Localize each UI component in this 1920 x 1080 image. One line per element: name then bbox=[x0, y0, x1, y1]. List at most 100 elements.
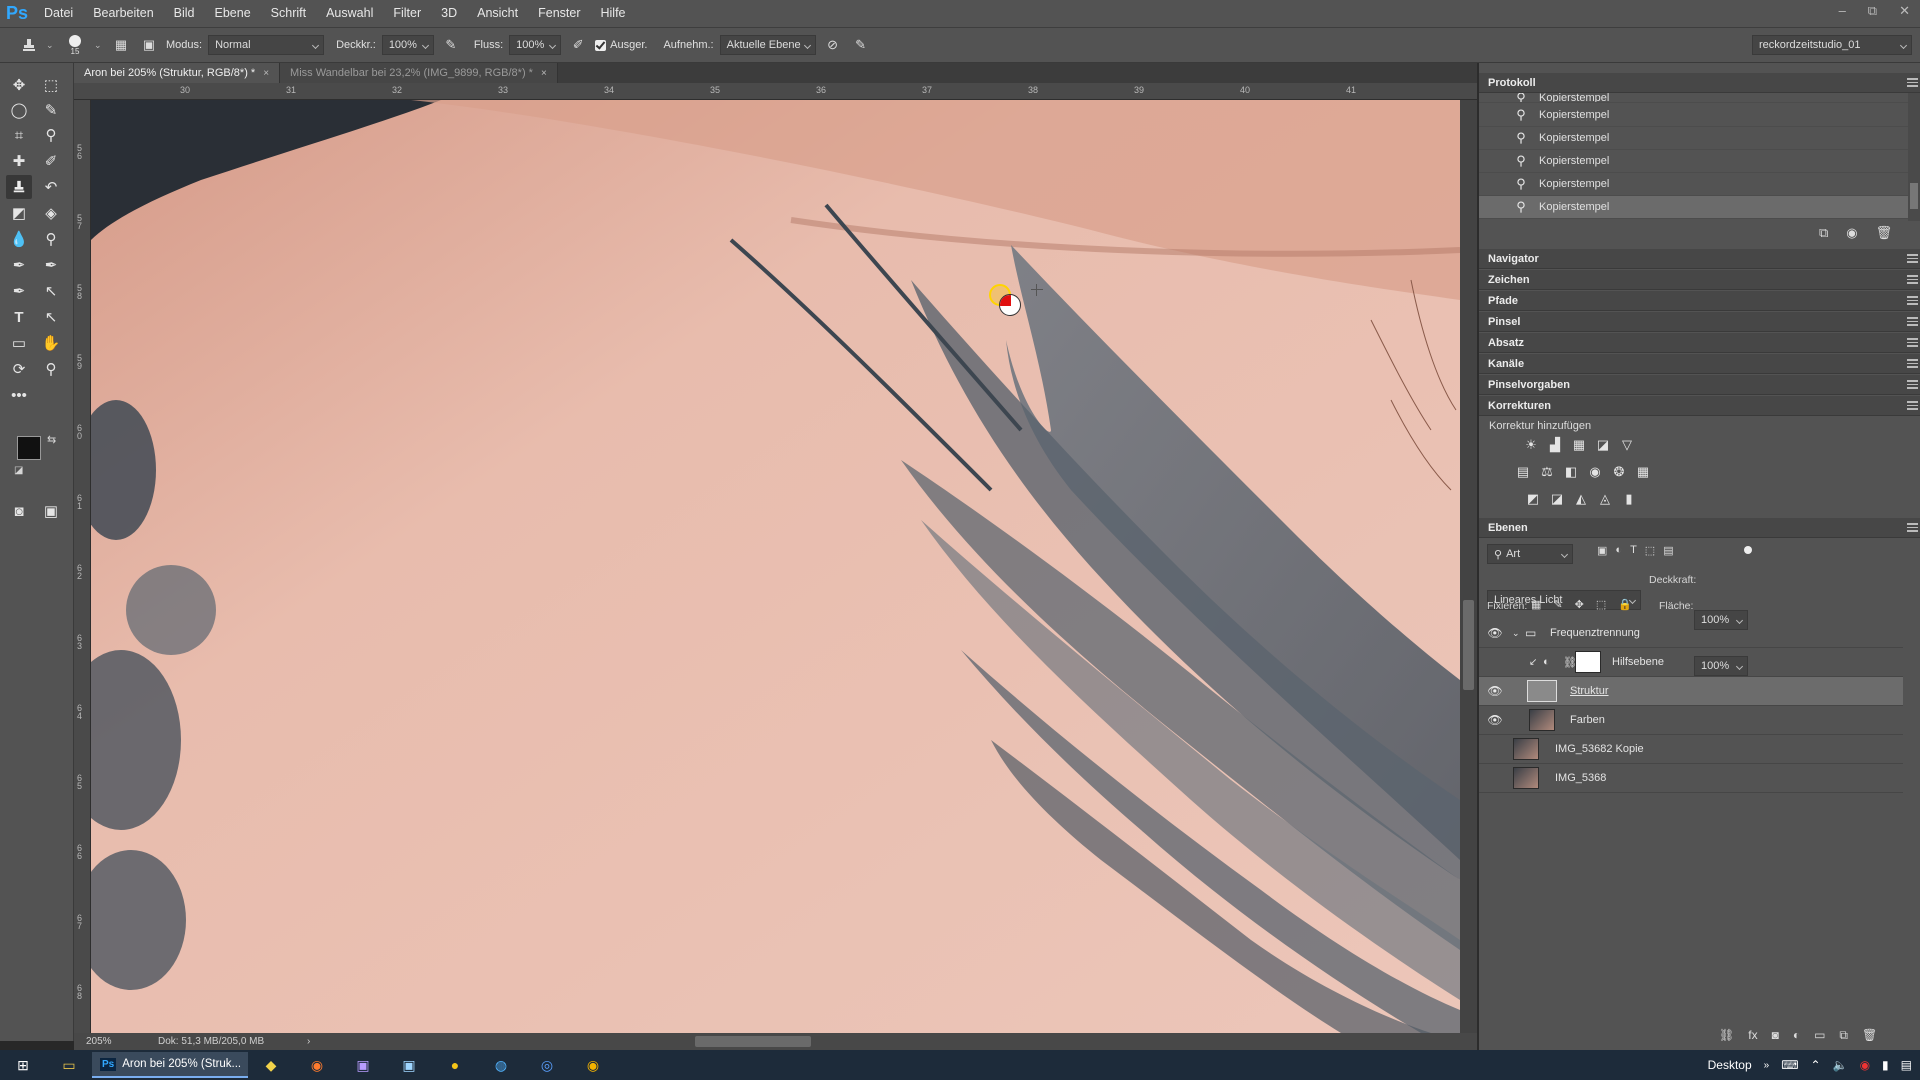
vertical-scrollbar[interactable] bbox=[1460, 100, 1477, 1033]
zoom-tool-icon[interactable]: ⚲ bbox=[38, 357, 64, 381]
new-adjustment-icon[interactable]: ◐ bbox=[1793, 1028, 1800, 1043]
notification-icon[interactable]: ▤ bbox=[1901, 1058, 1912, 1072]
antivirus-icon[interactable]: ◉ bbox=[1860, 1058, 1870, 1072]
freeform-pen-tool-icon[interactable]: ✒ bbox=[38, 253, 64, 277]
menu-schrift[interactable]: Schrift bbox=[261, 0, 316, 27]
dodge-tool-icon[interactable]: ⚲ bbox=[38, 227, 64, 251]
vibrance-icon[interactable]: ▽ bbox=[1618, 436, 1636, 454]
absatz-panel-header[interactable]: Absatz bbox=[1479, 333, 1920, 353]
paint-bucket-tool-icon[interactable]: ◈ bbox=[38, 201, 64, 225]
move-tool-icon[interactable]: ✥ bbox=[6, 73, 32, 97]
curvature-pen-tool-icon[interactable]: ✒ bbox=[6, 279, 32, 303]
clone-stamp-tool-icon[interactable] bbox=[6, 175, 32, 199]
new-document-from-state-icon[interactable]: ⧉ bbox=[1819, 225, 1828, 241]
foreground-color-swatch[interactable] bbox=[17, 436, 41, 460]
menu-hilfe[interactable]: Hilfe bbox=[591, 0, 636, 27]
lasso-tool-icon[interactable]: ◯ bbox=[6, 98, 32, 122]
gradient-map-icon[interactable]: ▮ bbox=[1620, 490, 1638, 508]
menu-datei[interactable]: Datei bbox=[34, 0, 83, 27]
color-lookup-icon[interactable]: ▦ bbox=[1634, 463, 1652, 481]
history-item[interactable]: ⚲ Kopierstempel bbox=[1479, 150, 1909, 173]
close-button[interactable]: ✕ bbox=[1899, 0, 1910, 22]
posterize-icon[interactable]: ◪ bbox=[1548, 490, 1566, 508]
toolbar-expand-icon[interactable]: » bbox=[1764, 1060, 1770, 1071]
marquee-tool-icon[interactable]: ⬚ bbox=[38, 73, 64, 97]
crop-tool-icon[interactable]: ⌗ bbox=[6, 123, 32, 147]
kanaele-panel-header[interactable]: Kanäle bbox=[1479, 354, 1920, 374]
panel-menu-icon[interactable] bbox=[1907, 380, 1918, 389]
layer-row-struktur[interactable]: 👁 Struktur bbox=[1479, 677, 1903, 706]
quick-select-tool-icon[interactable]: ✎ bbox=[38, 98, 64, 122]
layer-mask-thumbnail[interactable] bbox=[1575, 651, 1601, 673]
aufnehm-select[interactable]: Aktuelle Ebene bbox=[719, 35, 816, 55]
layer-thumbnail[interactable] bbox=[1527, 680, 1557, 702]
protokoll-panel-header[interactable]: Protokoll bbox=[1479, 73, 1920, 93]
threshold-icon[interactable]: ◭ bbox=[1572, 490, 1590, 508]
swap-colors-icon[interactable]: ⇆ bbox=[47, 433, 56, 446]
file-explorer-icon[interactable]: ▭ bbox=[46, 1050, 92, 1080]
preset-dropdown-arrow-icon[interactable]: ⌄ bbox=[46, 40, 56, 51]
panel-menu-icon[interactable] bbox=[1907, 78, 1918, 87]
volume-icon[interactable]: 🔈 bbox=[1833, 1058, 1848, 1072]
panel-menu-icon[interactable] bbox=[1907, 317, 1918, 326]
filter-toggle-icon[interactable] bbox=[1744, 546, 1752, 554]
korrekturen-panel-header[interactable]: Korrekturen bbox=[1479, 396, 1920, 416]
network-icon[interactable]: ▮ bbox=[1882, 1058, 1889, 1072]
filter-smart-object-icon[interactable]: ▤ bbox=[1663, 544, 1673, 557]
menu-ansicht[interactable]: Ansicht bbox=[467, 0, 528, 27]
tab-aron[interactable]: Aron bei 205% (Struktur, RGB/8*) * × bbox=[74, 63, 281, 83]
panel-menu-icon[interactable] bbox=[1907, 338, 1918, 347]
invert-icon[interactable]: ◩ bbox=[1524, 490, 1542, 508]
layer-thumbnail[interactable] bbox=[1529, 709, 1555, 731]
document-canvas[interactable] bbox=[91, 100, 1460, 1033]
desktop-toolbar-label[interactable]: Desktop bbox=[1708, 1058, 1752, 1072]
blur-tool-icon[interactable]: 💧 bbox=[6, 227, 32, 251]
menu-bild[interactable]: Bild bbox=[164, 0, 205, 27]
tab-miss-wandelbar[interactable]: Miss Wandelbar bei 23,2% (IMG_9899, RGB/… bbox=[280, 63, 558, 83]
history-scrollbar[interactable] bbox=[1908, 93, 1920, 221]
screen-mode-icon[interactable]: ▣ bbox=[38, 499, 64, 523]
visibility-toggle-off[interactable] bbox=[1487, 771, 1501, 785]
hand-tool-icon[interactable]: ✋ bbox=[38, 331, 64, 355]
minimize-button[interactable]: – bbox=[1839, 0, 1846, 22]
folder-app-icon[interactable]: ● bbox=[432, 1050, 478, 1080]
airbrush-icon[interactable]: ✐ bbox=[567, 34, 589, 56]
zoom-level[interactable]: 205% bbox=[86, 1036, 146, 1047]
link-layers-icon[interactable]: ⛓ bbox=[1719, 1028, 1734, 1043]
panel-menu-icon[interactable] bbox=[1907, 359, 1918, 368]
delete-layer-icon[interactable]: 🗑 bbox=[1862, 1028, 1877, 1043]
eyedropper-tool-icon[interactable]: ⚲ bbox=[38, 123, 64, 147]
path-select-tool-icon[interactable]: ↖ bbox=[38, 279, 64, 303]
rotate-view-tool-icon[interactable]: ⟳ bbox=[6, 357, 32, 381]
eraser-tool-icon[interactable]: ◩ bbox=[6, 201, 32, 225]
menu-bearbeiten[interactable]: Bearbeiten bbox=[83, 0, 163, 27]
group-expand-chevron-icon[interactable]: ⌄ bbox=[1512, 628, 1520, 639]
layer-filter-select[interactable]: ⚲ Art bbox=[1487, 544, 1573, 564]
deckkraft-input[interactable]: 100% bbox=[381, 35, 434, 55]
visibility-eye-icon[interactable]: 👁 bbox=[1487, 683, 1503, 699]
panel-menu-icon[interactable] bbox=[1907, 523, 1918, 532]
history-brush-tool-icon[interactable]: ↶ bbox=[38, 175, 64, 199]
layer-style-icon[interactable]: fx bbox=[1748, 1028, 1757, 1043]
pinselvorgaben-panel-header[interactable]: Pinselvorgaben bbox=[1479, 375, 1920, 395]
hue-saturation-icon[interactable]: ▤ bbox=[1514, 463, 1532, 481]
pinsel-panel-header[interactable]: Pinsel bbox=[1479, 312, 1920, 332]
delete-state-icon[interactable]: 🗑 bbox=[1876, 225, 1893, 241]
status-menu-arrow-icon[interactable]: › bbox=[307, 1036, 310, 1047]
black-white-icon[interactable]: ◧ bbox=[1562, 463, 1580, 481]
layer-row-frequenztrennung[interactable]: 👁 ⌄ ▭ Frequenztrennung bbox=[1479, 619, 1903, 648]
menu-filter[interactable]: Filter bbox=[383, 0, 431, 27]
layer-row-img-5368[interactable]: IMG_5368 bbox=[1479, 764, 1903, 793]
premiere-icon[interactable]: ▣ bbox=[340, 1050, 386, 1080]
selective-color-icon[interactable]: ◬ bbox=[1596, 490, 1614, 508]
lock-transparent-icon[interactable]: ▦ bbox=[1531, 598, 1541, 611]
ebenen-panel-header[interactable]: Ebenen bbox=[1479, 518, 1920, 538]
visibility-toggle-off[interactable] bbox=[1487, 655, 1501, 669]
panel-menu-icon[interactable] bbox=[1907, 296, 1918, 305]
lock-image-icon[interactable]: ✎ bbox=[1553, 598, 1562, 611]
pressure-size-icon[interactable]: ✎ bbox=[850, 34, 872, 56]
horizontal-scroll-thumb[interactable] bbox=[695, 1036, 811, 1047]
curves-icon[interactable]: ▦ bbox=[1570, 436, 1588, 454]
clone-stamp-tool-preset-icon[interactable] bbox=[18, 34, 40, 56]
filter-shape-icon[interactable]: ⬚ bbox=[1645, 544, 1655, 557]
